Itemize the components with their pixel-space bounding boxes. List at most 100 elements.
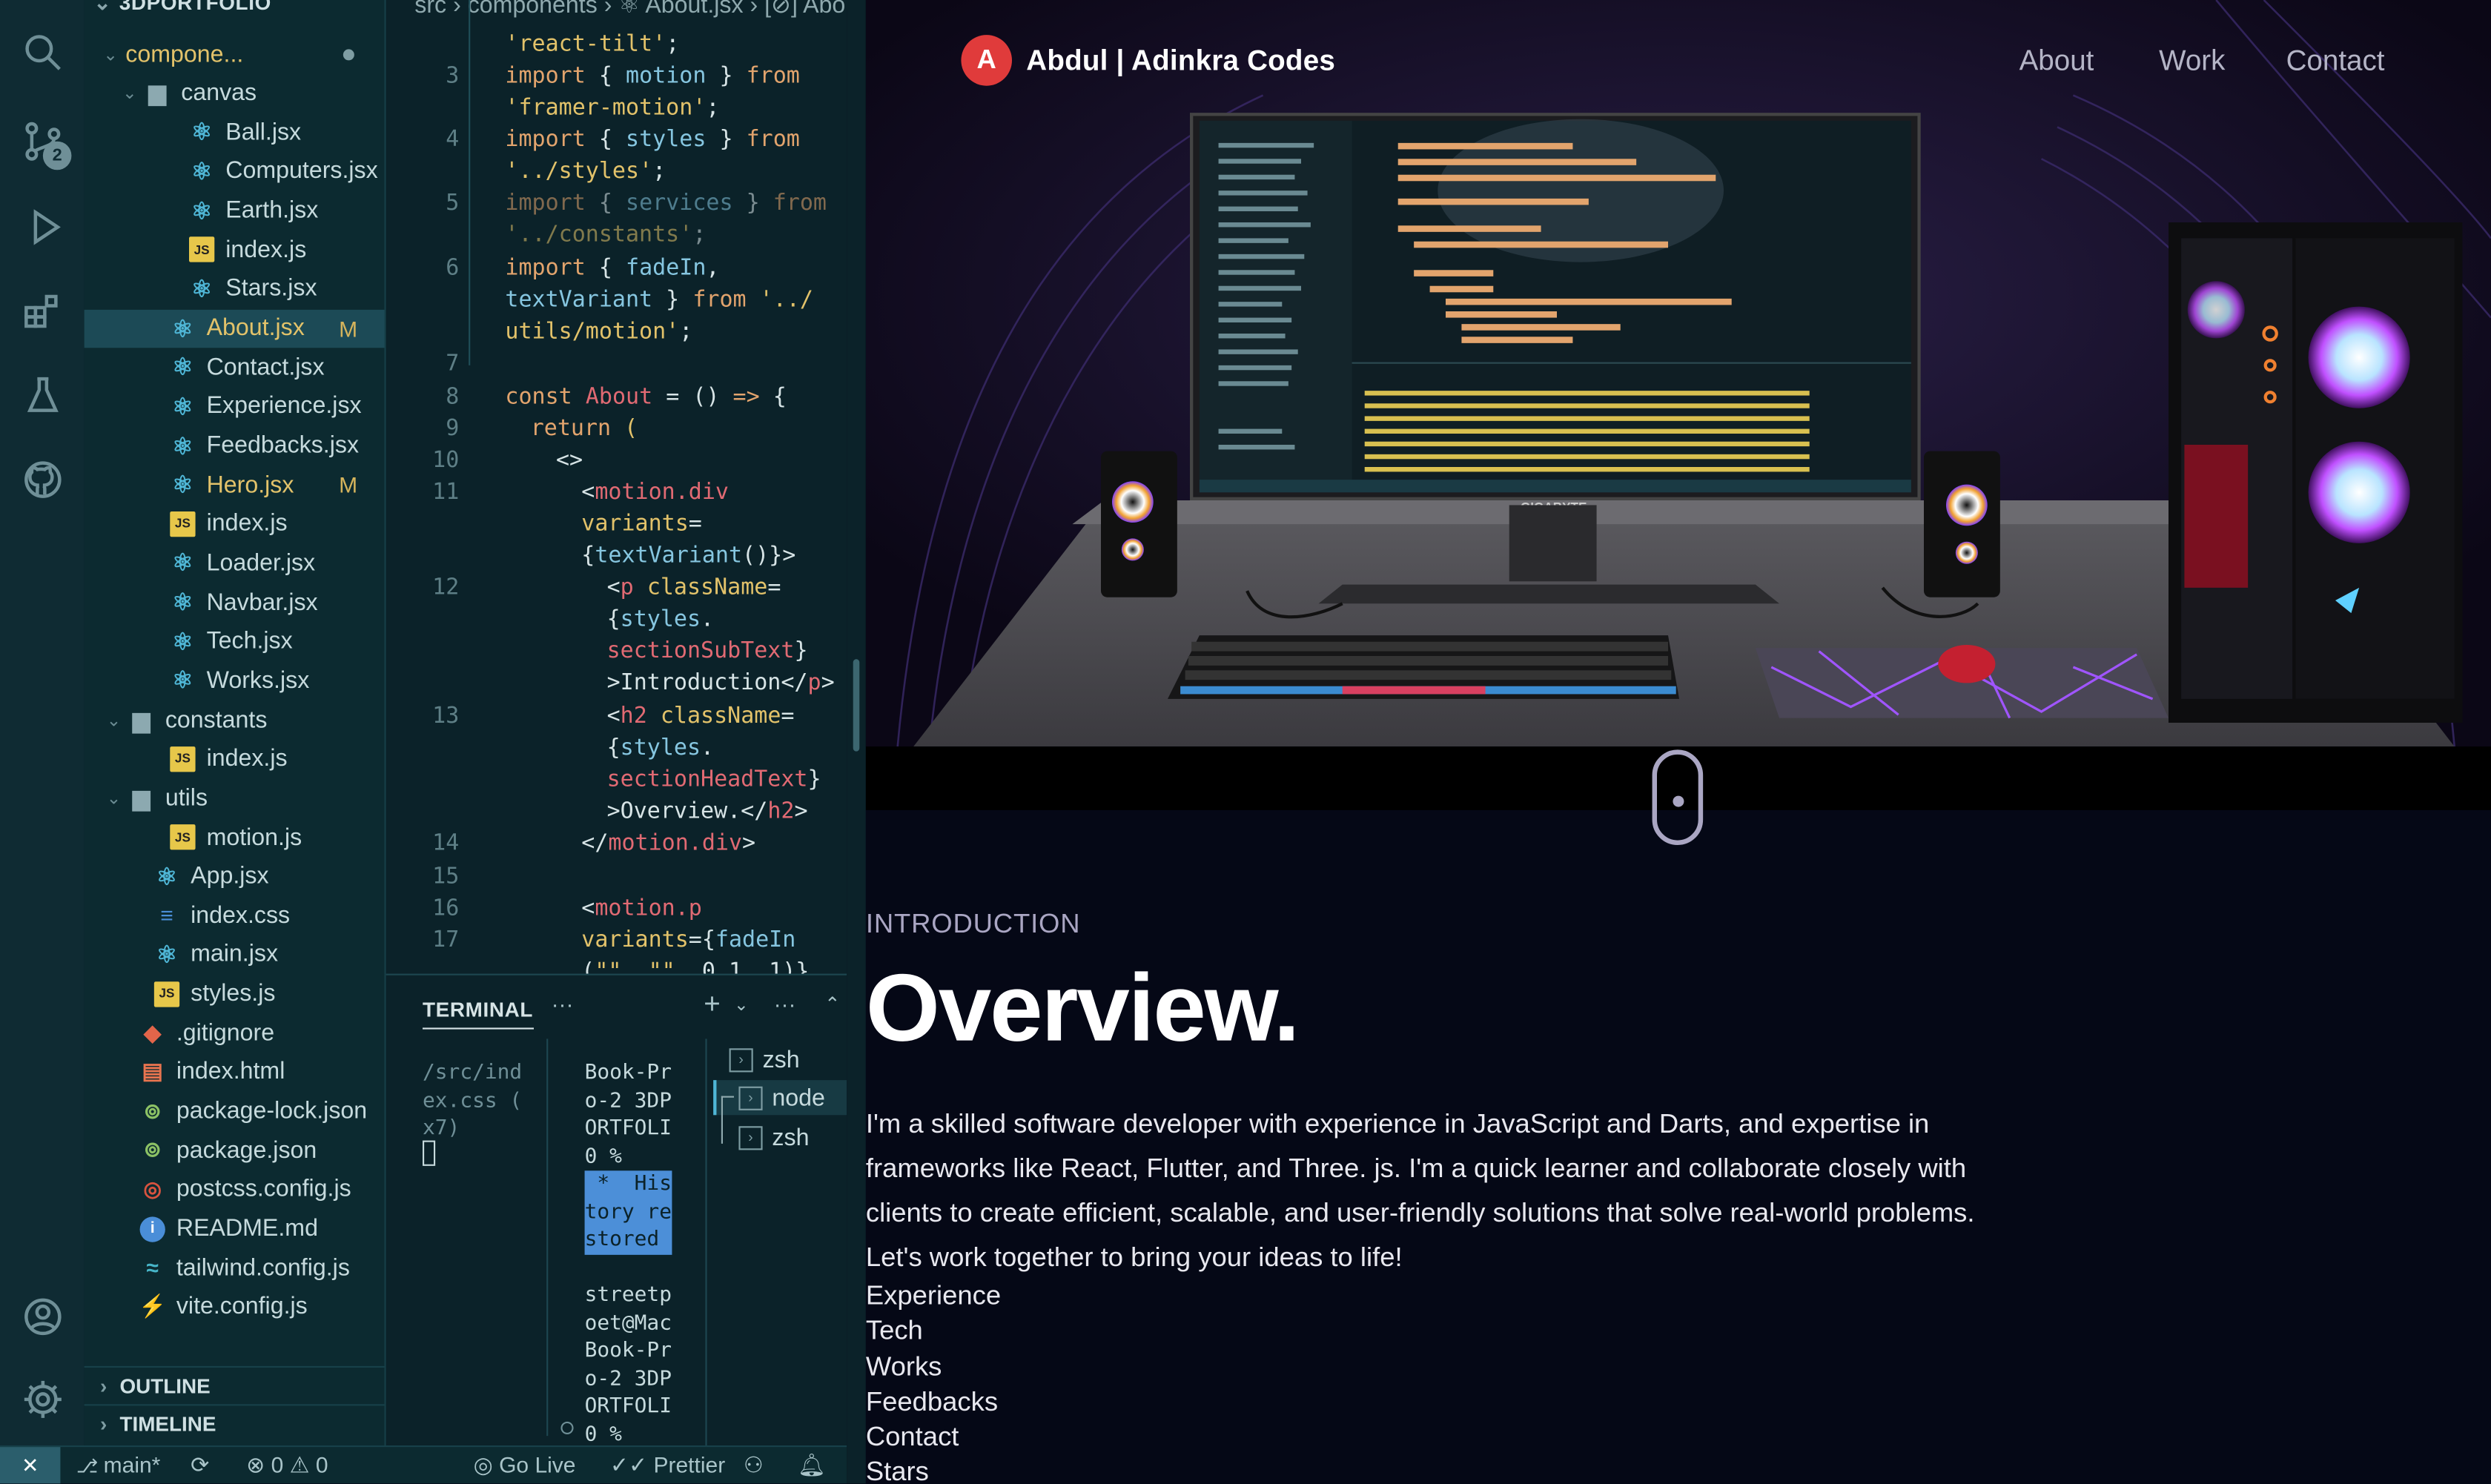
file-tree-item[interactable]: ⌄ ▆ canvas <box>85 74 385 112</box>
account-icon[interactable] <box>13 1287 73 1347</box>
run-debug-icon[interactable] <box>13 197 73 257</box>
terminal-more-button[interactable]: ··· <box>552 991 574 1016</box>
code-line: '../styles'; <box>505 159 666 185</box>
file-tree-item[interactable]: ⚛ Earth.jsx <box>85 191 385 229</box>
timeline-section[interactable]: › TIMELINE <box>84 1404 385 1442</box>
scroll-indicator[interactable] <box>1652 749 1704 845</box>
breadcrumb[interactable]: src › components › ⚛ About.jsx › [⊘] Abo… <box>386 0 847 25</box>
file-tree-label: Tech.jsx <box>206 627 293 655</box>
nav-contact[interactable]: Contact <box>2286 44 2385 78</box>
file-tree-item[interactable]: JS index.js <box>85 505 385 543</box>
file-tree-item[interactable]: JS index.js <box>85 740 385 778</box>
file-tree-item[interactable]: ⚛ main.jsx <box>85 935 385 973</box>
github-icon[interactable] <box>13 449 73 509</box>
hero-3d-scene[interactable]: GIGABYTE A <box>865 0 2491 747</box>
file-tree-item[interactable]: ▤ index.html <box>85 1053 385 1090</box>
terminal-item-zsh[interactable]: › zsh <box>729 1042 800 1077</box>
testing-flask-icon[interactable] <box>13 365 73 425</box>
code-line: import { motion } from <box>505 63 800 89</box>
file-tree-item[interactable]: ⌄ ▆ constants <box>85 700 385 738</box>
status-bar: ✕ ⎇ main* ⟳ ⊗ 0 ⚠ 0 ◎ Go Live ✓✓ Prettie… <box>0 1445 847 1484</box>
file-tree-item[interactable]: ⊚ package-lock.json <box>85 1092 385 1130</box>
chevron-down-icon[interactable]: ⌄ <box>107 788 126 809</box>
file-tree-item[interactable]: ⚛ Ball.jsx <box>85 113 385 151</box>
file-tree-label: styles.js <box>191 980 276 1007</box>
chevron-down-icon[interactable]: ⌄ <box>103 44 122 64</box>
chevron-down-icon[interactable]: ⌄ <box>734 994 749 1016</box>
file-tree-item[interactable]: ⚛ Stars.jsx <box>85 270 385 308</box>
split-handle[interactable] <box>847 0 866 1484</box>
nav-work[interactable]: Work <box>2159 44 2225 78</box>
line-number: 9 <box>446 416 460 442</box>
file-tree-item[interactable]: i README.md <box>85 1210 385 1248</box>
nav-about[interactable]: About <box>2019 44 2094 78</box>
file-tree-item[interactable]: ⌄ ▆ utils <box>85 779 385 817</box>
chevron-down-icon[interactable]: ⌄ <box>122 83 142 104</box>
file-tree-item[interactable]: ◆ .gitignore <box>85 1014 385 1052</box>
file-tree-item[interactable]: ⚛ Hero.jsx M <box>85 466 385 503</box>
maximize-panel-icon[interactable]: ⌃ <box>824 993 841 1015</box>
file-tree-item[interactable]: ⚛ App.jsx <box>85 857 385 895</box>
code-line: >Introduction</p> <box>606 670 835 696</box>
go-live-button[interactable]: ◎ Go Live <box>474 1452 576 1479</box>
line-number: 12 <box>432 574 460 600</box>
file-tree-label: Ball.jsx <box>225 119 302 146</box>
file-tree-item[interactable]: ⚛ Works.jsx <box>85 661 385 699</box>
line-number: 14 <box>432 830 460 856</box>
terminal-item-zsh-2[interactable]: › zsh <box>738 1120 809 1155</box>
file-tree-item[interactable]: ≡ index.css <box>85 896 385 934</box>
file-tree-item[interactable]: JS motion.js <box>85 818 385 856</box>
js-file-icon: JS <box>170 746 196 772</box>
file-tree-item[interactable]: ⚛ Contact.jsx <box>85 348 385 386</box>
activity-bar: 2 <box>0 0 85 1445</box>
file-tree-item[interactable]: ⚛ Experience.jsx <box>85 388 385 425</box>
file-tree-item[interactable]: JS styles.js <box>85 975 385 1013</box>
file-tree-label: compone... <box>125 40 244 68</box>
code-editor[interactable]: src › components › ⚛ About.jsx › [⊘] Abo… <box>386 0 847 974</box>
search-icon[interactable] <box>13 22 73 82</box>
file-tree-item[interactable]: ⌄ compone... <box>85 35 385 73</box>
file-tree-item[interactable]: ⚛ Navbar.jsx <box>85 583 385 621</box>
problems-indicator[interactable]: ⊗ 0 ⚠ 0 <box>246 1452 328 1479</box>
file-tree-item[interactable]: ⊚ package.json <box>85 1131 385 1169</box>
remote-icon[interactable]: ✕ <box>0 1447 61 1484</box>
sync-icon[interactable]: ⟳ <box>191 1452 209 1479</box>
explorer-title[interactable]: ⌄ 3DPORTFOLIO <box>85 0 385 25</box>
list-item: Stars <box>865 1456 929 1484</box>
tab-terminal[interactable]: TERMINAL <box>423 998 534 1030</box>
js-file-icon: JS <box>188 236 215 263</box>
bell-icon[interactable]: 🔔︎ <box>798 1452 826 1479</box>
list-item: Feedbacks <box>865 1386 999 1417</box>
file-tree-item[interactable]: ⚛ Loader.jsx <box>85 544 385 582</box>
chevron-down-icon[interactable]: ⌄ <box>107 709 126 730</box>
file-tree-item[interactable]: ◎ postcss.config.js <box>85 1170 385 1208</box>
extensions-icon[interactable] <box>13 281 73 341</box>
settings-gear-icon[interactable] <box>13 1369 73 1429</box>
site-brand[interactable]: A Abdul | Adinkra Codes <box>961 35 1335 86</box>
panel-more-button[interactable]: ··· <box>774 991 796 1016</box>
code-line: <p className= <box>606 574 781 600</box>
file-tree-item[interactable]: ⚛ Feedbacks.jsx <box>85 426 385 464</box>
prettier-button[interactable]: ✓✓ Prettier <box>610 1452 725 1479</box>
file-tree-item[interactable]: ≈ tailwind.config.js <box>85 1249 385 1287</box>
file-tree-item[interactable]: JS index.js <box>85 231 385 268</box>
file-tree-label: Computers.jsx <box>225 158 378 185</box>
outline-section[interactable]: › OUTLINE <box>84 1365 385 1404</box>
terminal-panel[interactable]: TERMINAL ··· + ⌄ ··· ⌃ /src/ind ex.css (… <box>386 973 847 1445</box>
modified-badge: M <box>339 471 358 498</box>
folder-icon: ▆ <box>133 784 150 810</box>
feedback-icon[interactable]: ⚇ <box>744 1452 764 1479</box>
file-tree-item[interactable]: ⚛ Computers.jsx <box>85 153 385 191</box>
scroll-dot <box>1673 795 1684 807</box>
file-tree-item[interactable]: ⚡ vite.config.js <box>85 1288 385 1325</box>
code-line: <> <box>556 448 583 474</box>
tree-connector <box>721 1096 734 1144</box>
code-line: return ( <box>530 416 638 442</box>
new-terminal-icon[interactable]: + <box>704 988 721 1021</box>
file-tree-item[interactable]: ⚛ Tech.jsx <box>85 622 385 660</box>
branch-indicator[interactable]: ⎇ main* <box>76 1452 161 1477</box>
file-tree-label: package.json <box>176 1136 317 1165</box>
file-tree-item[interactable]: ⚛ About.jsx M <box>84 308 385 348</box>
source-control-badge: 2 <box>42 141 72 170</box>
folder-icon: ▆ <box>133 706 150 732</box>
